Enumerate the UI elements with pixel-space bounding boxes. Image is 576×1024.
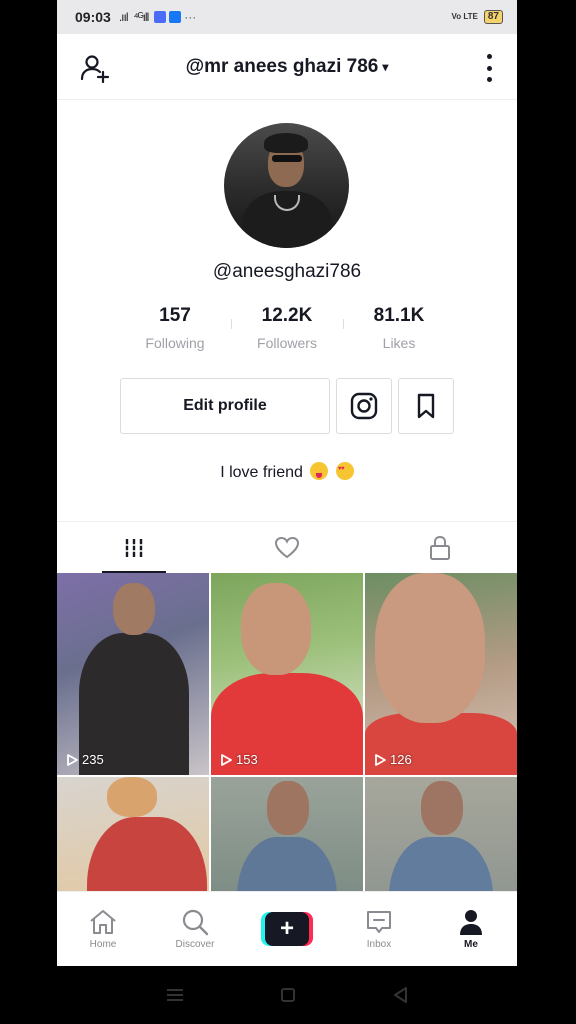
heart-eyes-emoji-icon	[335, 462, 354, 480]
nav-label: Discover	[175, 939, 215, 950]
profile-icon	[460, 910, 482, 935]
username: @aneesghazi786	[212, 261, 362, 282]
tab-private[interactable]	[364, 522, 517, 573]
nav-label: Me	[464, 939, 478, 950]
view-count: 153	[219, 752, 258, 767]
tab-liked[interactable]	[210, 522, 363, 573]
stat-value: 157	[159, 305, 191, 326]
content-tabs	[57, 521, 517, 573]
add-user-icon[interactable]	[79, 52, 111, 84]
profile-bio: I love friend	[57, 462, 517, 482]
search-icon	[182, 909, 209, 936]
instagram-icon	[350, 392, 378, 420]
lock-icon	[430, 535, 451, 560]
view-count-value: 126	[390, 752, 412, 767]
stat-likes[interactable]: 81.1K Likes	[343, 305, 455, 351]
create-button[interactable]: +	[261, 912, 313, 946]
stat-value: 81.1K	[373, 305, 425, 326]
signal-icon: .ııl	[118, 10, 129, 24]
stat-label: Followers	[257, 335, 317, 351]
nav-inbox[interactable]: Inbox	[333, 892, 425, 966]
home-square-icon[interactable]	[280, 987, 296, 1003]
heart-icon	[274, 536, 299, 558]
avatar[interactable]	[224, 123, 349, 248]
chevron-down-icon: ▾	[382, 59, 389, 74]
edit-profile-button[interactable]: Edit profile	[120, 378, 330, 434]
view-count-value: 235	[82, 752, 104, 767]
profile-actions: Edit profile	[120, 378, 454, 434]
video-thumbnail[interactable]: 153	[211, 573, 363, 775]
menu-icon[interactable]	[166, 987, 184, 1003]
stat-value: 12.2K	[261, 305, 313, 326]
home-icon	[90, 910, 116, 934]
video-thumbnail[interactable]: 235	[57, 573, 209, 775]
nav-home[interactable]: Home	[57, 892, 149, 966]
volte-icon: Vo LTE	[451, 12, 478, 21]
nav-me[interactable]: Me	[425, 892, 517, 966]
tiktok-profile-screen: 09:03 .ııl ⁴ᴳıll ··· Vo LTE 87 @mr anees…	[57, 0, 517, 966]
stat-label: Likes	[382, 335, 416, 351]
nav-discover[interactable]: Discover	[149, 892, 241, 966]
nav-label: Home	[89, 939, 117, 950]
account-name: @mr anees ghazi 786	[185, 55, 379, 77]
plus-icon: +	[265, 912, 309, 946]
back-icon[interactable]	[392, 986, 410, 1004]
play-icon	[221, 753, 232, 766]
status-bar: 09:03 .ııl ⁴ᴳıll ··· Vo LTE 87	[57, 0, 517, 34]
bottom-navigation: Home Discover + Inbox Me	[57, 891, 517, 966]
tab-videos[interactable]	[57, 522, 210, 573]
profile-header: @mr anees ghazi 786 ▾	[57, 34, 517, 100]
view-count: 235	[65, 752, 104, 767]
bio-text: I love friend	[220, 464, 303, 481]
play-icon	[67, 753, 78, 766]
grid-icon	[123, 538, 144, 557]
stat-label: Following	[145, 335, 205, 351]
bookmark-icon	[417, 393, 435, 419]
battery-icon: 87	[483, 10, 503, 24]
view-count-value: 153	[236, 752, 258, 767]
system-navigation-bar	[0, 966, 576, 1024]
play-icon	[375, 753, 386, 766]
stat-following[interactable]: 157 Following	[119, 305, 231, 351]
inbox-icon	[367, 911, 391, 933]
notification-app-icon	[154, 11, 167, 23]
nav-create[interactable]: +	[241, 892, 333, 966]
stat-followers[interactable]: 12.2K Followers	[231, 305, 343, 351]
instagram-button[interactable]	[336, 378, 392, 434]
favorites-button[interactable]	[398, 378, 454, 434]
account-switcher[interactable]: @mr anees ghazi 786 ▾	[186, 56, 389, 78]
facebook-icon	[169, 11, 182, 23]
status-time: 09:03	[75, 9, 111, 25]
nav-label: Inbox	[366, 939, 392, 950]
profile-stats: 157 Following 12.2K Followers 81.1K Like…	[57, 305, 517, 351]
yum-emoji-icon	[310, 462, 329, 480]
signal-4g-icon: ⁴ᴳıll	[133, 10, 149, 24]
view-count: 126	[373, 752, 412, 767]
video-thumbnail[interactable]: 126	[365, 573, 517, 775]
more-options-icon[interactable]	[485, 54, 493, 82]
more-notifications-icon: ···	[184, 10, 197, 24]
